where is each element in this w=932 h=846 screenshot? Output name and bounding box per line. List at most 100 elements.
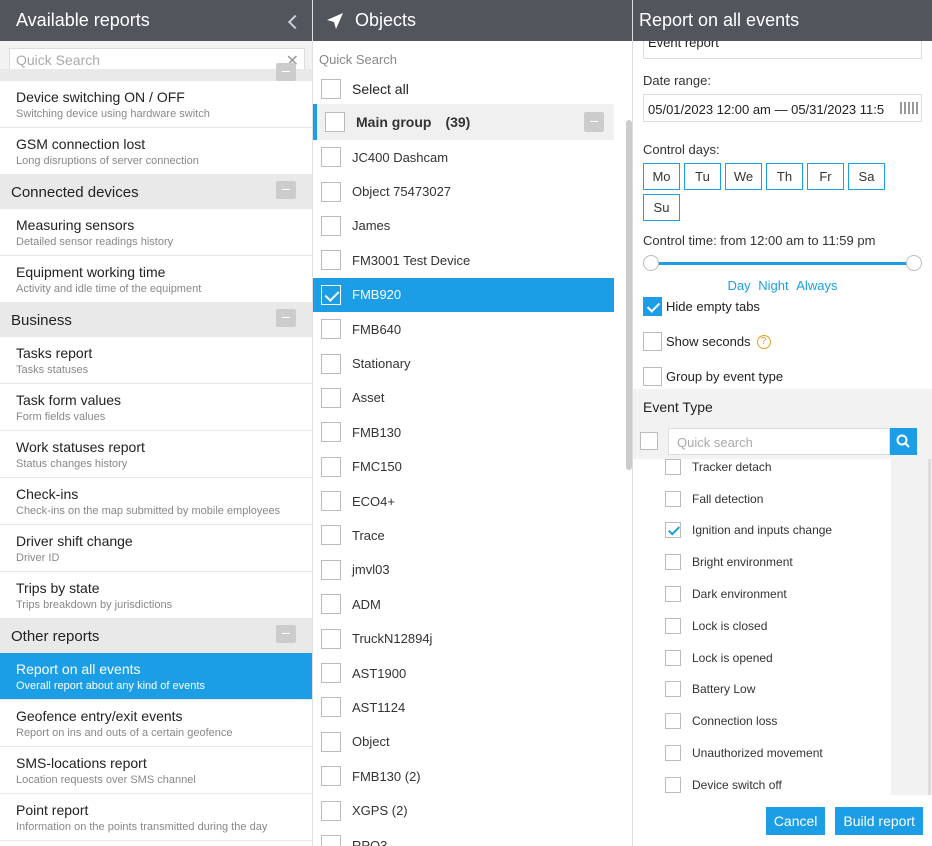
day-toggle-th[interactable]: Th <box>766 163 803 190</box>
section-header[interactable]: Other reports <box>0 619 312 653</box>
object-row[interactable]: Object 75473027 <box>313 174 632 208</box>
event-list-scrollbar[interactable] <box>928 459 931 795</box>
report-item[interactable]: Work statuses report Status changes histo… <box>0 431 312 478</box>
collapse-section-icon[interactable] <box>276 625 296 643</box>
group-checkbox[interactable] <box>325 112 345 132</box>
object-row[interactable]: jmvl03 <box>313 553 632 587</box>
object-row[interactable]: FMC150 <box>313 450 632 484</box>
report-item[interactable]: Point report Information on the points tr… <box>0 794 312 841</box>
object-checkbox[interactable] <box>321 284 341 305</box>
report-item[interactable]: Device switching ON / OFF Switching devic… <box>0 81 312 128</box>
object-checkbox[interactable] <box>321 800 341 821</box>
report-item[interactable]: Report on all events Overall report about… <box>0 653 312 700</box>
object-checkbox[interactable] <box>321 491 341 512</box>
event-select-all-checkbox[interactable] <box>640 432 658 450</box>
object-checkbox[interactable] <box>321 628 341 649</box>
day-toggle-tu[interactable]: Tu <box>684 163 721 190</box>
report-title-input[interactable]: Event report <box>643 41 922 59</box>
day-toggle-mo[interactable]: Mo <box>643 163 680 190</box>
day-link[interactable]: Day <box>728 278 751 293</box>
object-checkbox[interactable] <box>321 559 341 580</box>
event-type-row[interactable]: Fall detection <box>633 483 891 515</box>
event-checkbox[interactable] <box>665 776 681 793</box>
object-checkbox[interactable] <box>321 181 341 202</box>
event-type-row[interactable]: Tracker detach <box>633 459 891 483</box>
object-row[interactable]: JC400 Dashcam <box>313 140 632 174</box>
object-checkbox[interactable] <box>321 319 341 340</box>
object-checkbox[interactable] <box>321 525 341 546</box>
section-header[interactable]: Connected devices <box>0 175 312 209</box>
event-type-row[interactable]: Unauthorized movement <box>633 737 891 769</box>
event-type-row[interactable]: Connection loss <box>633 705 891 737</box>
event-type-row[interactable]: Lock is closed <box>633 610 891 642</box>
day-toggle-su[interactable]: Su <box>643 194 680 221</box>
event-checkbox[interactable] <box>665 617 681 634</box>
event-type-row[interactable]: Battery Low <box>633 674 891 706</box>
option-row[interactable]: Show seconds? <box>643 324 922 359</box>
event-search-input[interactable]: Quick search <box>668 427 890 455</box>
object-checkbox[interactable] <box>321 663 341 684</box>
object-checkbox[interactable] <box>321 594 341 615</box>
slider-end-handle[interactable] <box>906 255 922 271</box>
option-checkbox[interactable] <box>643 367 662 386</box>
always-link[interactable]: Always <box>796 278 837 293</box>
object-row[interactable]: AST1124 <box>313 690 632 724</box>
object-checkbox[interactable] <box>321 766 341 787</box>
object-row[interactable]: AST1900 <box>313 656 632 690</box>
object-checkbox[interactable] <box>321 835 341 846</box>
day-toggle-sa[interactable]: Sa <box>848 163 885 190</box>
object-row[interactable]: James <box>313 209 632 243</box>
event-type-row[interactable]: Bright environment <box>633 546 891 578</box>
object-row[interactable]: ECO4+ <box>313 484 632 518</box>
report-item[interactable]: Task form values Form fields values <box>0 384 312 431</box>
collapse-section-icon[interactable] <box>276 181 296 199</box>
object-checkbox[interactable] <box>321 731 341 752</box>
collapse-chevron-icon[interactable] <box>287 14 303 29</box>
event-checkbox[interactable] <box>665 713 681 730</box>
event-type-row[interactable]: Lock is opened <box>633 642 891 674</box>
report-item[interactable]: Check-ins Check-ins on the map submitted … <box>0 478 312 525</box>
control-time-slider[interactable] <box>643 252 922 276</box>
event-checkbox[interactable] <box>665 649 681 666</box>
event-checkbox[interactable] <box>665 586 681 603</box>
cancel-button[interactable]: Cancel <box>765 806 826 835</box>
object-checkbox[interactable] <box>321 215 341 236</box>
object-checkbox[interactable] <box>321 697 341 718</box>
object-row[interactable]: RPO3 <box>313 828 632 846</box>
event-checkbox[interactable] <box>665 745 681 762</box>
report-item[interactable]: Geofence entry/exit events Report on ins … <box>0 700 312 747</box>
collapse-section-icon[interactable] <box>276 309 296 327</box>
day-toggle-we[interactable]: We <box>725 163 762 190</box>
select-all-row[interactable]: Select all <box>313 74 632 104</box>
object-row[interactable]: FMB640 <box>313 312 632 346</box>
slider-start-handle[interactable] <box>643 255 659 271</box>
event-search-button[interactable] <box>890 427 917 455</box>
section-header[interactable]: Business <box>0 303 312 337</box>
object-checkbox[interactable] <box>321 147 341 168</box>
object-checkbox[interactable] <box>321 456 341 477</box>
object-row[interactable]: FMB130 <box>313 415 632 449</box>
object-row[interactable]: Trace <box>313 518 632 552</box>
object-row[interactable]: Stationary <box>313 346 632 380</box>
object-row[interactable]: FMB130 (2) <box>313 759 632 793</box>
help-icon[interactable]: ? <box>756 334 771 349</box>
object-checkbox[interactable] <box>321 422 341 443</box>
object-row[interactable]: ADM <box>313 587 632 621</box>
option-row[interactable]: Hide empty tabs <box>643 289 922 324</box>
object-row[interactable]: FM3001 Test Device <box>313 243 632 277</box>
collapse-group-icon[interactable] <box>584 112 604 132</box>
select-all-checkbox[interactable] <box>321 79 341 99</box>
object-row[interactable]: Object <box>313 725 632 759</box>
event-checkbox[interactable] <box>665 681 681 698</box>
report-item[interactable]: Driver shift change Driver ID <box>0 525 312 572</box>
event-checkbox[interactable] <box>665 522 681 539</box>
calendar-icon[interactable] <box>900 102 918 114</box>
report-item[interactable]: Tasks report Tasks statuses <box>0 337 312 384</box>
event-type-row[interactable]: Device switch off <box>633 769 891 795</box>
report-item[interactable]: Trips by state Trips breakdown by jurisdi… <box>0 572 312 619</box>
objects-search-input[interactable]: Quick Search <box>313 41 632 74</box>
date-range-input[interactable]: 05/01/2023 12:00 am — 05/31/2023 11:5 <box>643 94 922 122</box>
object-checkbox[interactable] <box>321 353 341 374</box>
night-link[interactable]: Night <box>758 278 788 293</box>
option-checkbox[interactable] <box>643 297 662 316</box>
